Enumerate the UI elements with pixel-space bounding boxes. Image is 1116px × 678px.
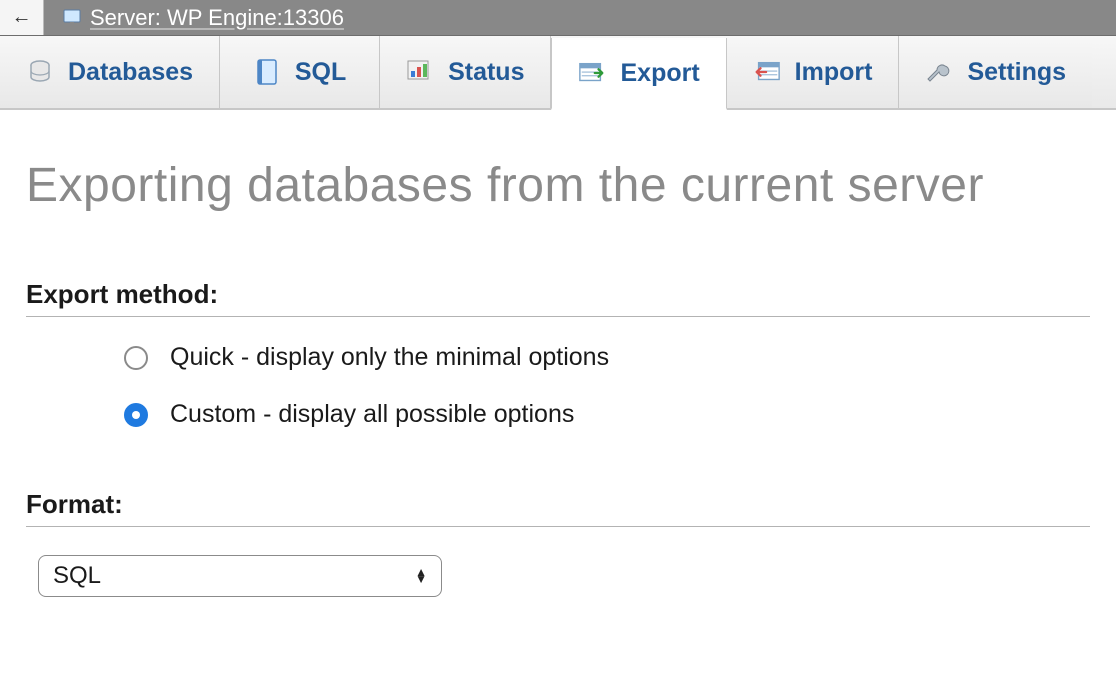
format-select[interactable]: SQL ▲▼ [38,555,442,597]
tab-sql[interactable]: SQL [220,36,380,108]
status-icon [406,58,434,86]
tab-import[interactable]: Import [727,36,900,108]
server-icon [62,8,84,28]
tab-label: Status [448,58,524,87]
radio-icon [124,403,148,427]
chevron-updown-icon: ▲▼ [415,569,427,583]
breadcrumb[interactable]: Server: WP Engine:13306 [44,5,344,31]
export-method-heading: Export method: [26,279,1090,317]
tab-label: Databases [68,58,193,87]
tab-strip: Databases SQL Status [0,36,1116,110]
radio-icon [124,346,148,370]
export-method-custom[interactable]: Custom - display all possible options [124,400,1090,429]
back-button[interactable]: ← [0,0,44,35]
import-icon [753,58,781,86]
tab-status[interactable]: Status [380,36,551,108]
format-selected-value: SQL [53,562,101,590]
page-title: Exporting databases from the current ser… [26,158,1090,213]
tab-databases[interactable]: Databases [0,36,220,108]
breadcrumb-bar: ← Server: WP Engine:13306 [0,0,1116,36]
export-icon [578,59,606,87]
sql-icon [253,58,281,86]
breadcrumb-server-label: Server: WP Engine:13306 [90,5,344,31]
tab-label: SQL [295,58,346,87]
tab-label: Import [795,58,873,87]
tab-export[interactable]: Export [551,38,726,110]
database-icon [26,58,54,86]
back-arrow-icon: ← [12,6,32,29]
tab-label: Settings [967,58,1066,87]
radio-label: Quick - display only the minimal options [170,343,609,372]
wrench-icon [925,58,953,86]
radio-label: Custom - display all possible options [170,400,574,429]
tab-label: Export [620,59,699,88]
export-method-quick[interactable]: Quick - display only the minimal options [124,343,1090,372]
format-heading: Format: [26,489,1090,527]
export-method-group: Quick - display only the minimal options… [26,343,1090,429]
tab-settings[interactable]: Settings [899,36,1092,108]
main-content: Exporting databases from the current ser… [0,110,1116,617]
